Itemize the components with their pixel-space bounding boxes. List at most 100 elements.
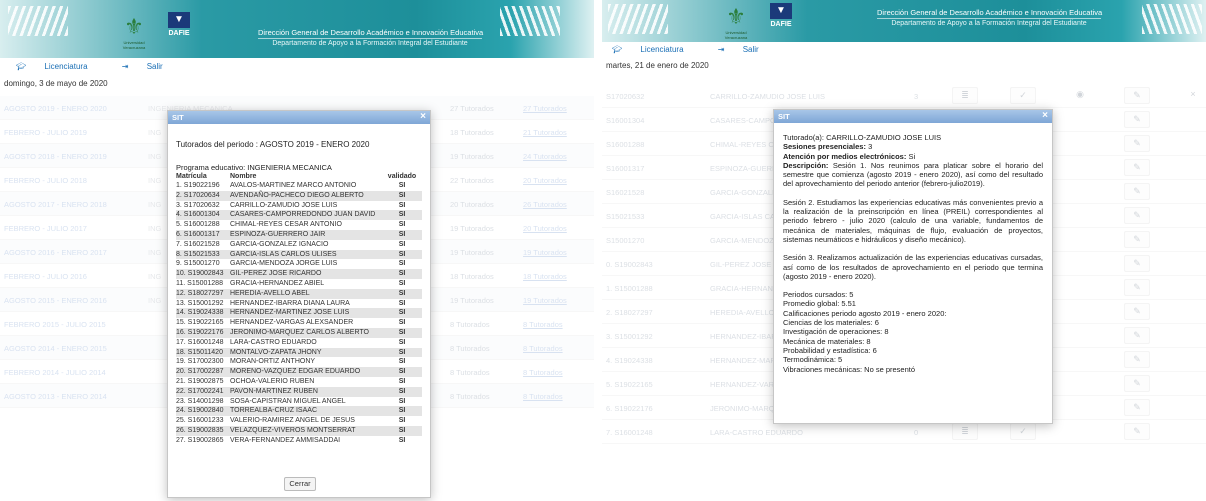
table-row: 16. S19022176 JERONIMO-MARQUEZ CARLOS ALB… <box>176 327 422 338</box>
table-row: 20. S17002287 MORENO-VAZQUEZ EDGAR EDUARD… <box>176 367 422 377</box>
student-matricula: 12. S18027297 <box>176 288 230 299</box>
student-name: HEREDIA-AVELLO ABEL <box>230 288 382 299</box>
student-name: GARCIA-MENDOZA JORGE LUIS <box>230 260 338 268</box>
grade-line: Investigación de operaciones: 8 <box>783 327 889 337</box>
close-icon[interactable]: × <box>1042 110 1048 122</box>
table-row: 26. S19002835 VELAZQUEZ-VIVEROS MONTSERRA… <box>176 425 422 436</box>
university-logo-icon: ⚜ Universidad Veracruzana <box>122 14 146 50</box>
student-validado: SI <box>382 249 422 260</box>
table-row: 7. S16021528 GARCIA-GONZALEZ IGNACIO SI <box>176 240 422 250</box>
table-row: 15. S19022165 HERNANDEZ-VARGAS ALEXSANDER… <box>176 318 422 328</box>
table-row: 14. S19024338 HERNANDEZ-MARTINEZ JOSE LUI… <box>176 308 422 319</box>
student-name: AVENDAÑO-PACHECO DIEGO ALBERTO <box>230 190 382 201</box>
program-heading: Programa educativo: INGENIERIA MECANICA <box>176 163 332 172</box>
table-row: 3. S17020632 CARRILLO-ZAMUDIO JOSE LUIS SI <box>176 201 422 211</box>
student-name: VELAZQUEZ-VIVEROS MONTSERRAT <box>230 425 382 436</box>
students-table: Matrícula Nombre validado 1. S19022196 AV… <box>176 172 422 446</box>
logout-icon: ⇥ <box>121 62 129 71</box>
top-nav: 🎓︎ Licenciatura ⇥ Salir <box>16 62 195 71</box>
student-name: PAVON-MARTINEZ RUBEN <box>230 386 382 397</box>
dafie-logo-icon: ▼ DAFIE <box>770 3 792 28</box>
student-validado: SI <box>398 417 406 425</box>
student-validado: SI <box>398 240 406 248</box>
student-matricula: 25. S16001233 <box>176 417 224 425</box>
student-matricula: 27. S19002865 <box>176 436 224 444</box>
table-row: 6. S16001317 ESPINOZA-GUERRERO JAIR SI <box>176 229 422 240</box>
student-name: VALERIO-RAMIREZ ANGEL DE JESUS <box>230 417 355 425</box>
licenciatura-link[interactable]: 🎓︎ Licenciatura <box>612 45 700 54</box>
grade-line: Ciencias de los materiales: 6 <box>783 318 879 328</box>
table-row: 11. S15001288 GRACIA-HERNANDEZ ABIEL SI <box>176 279 422 289</box>
student-validado: SI <box>398 319 406 327</box>
session-3: Sesión 3. Realizamos actualización de la… <box>783 253 1043 281</box>
licenciatura-link[interactable]: 🎓︎ Licenciatura <box>16 62 104 71</box>
student-name: GARCIA-ISLAS CARLOS ULISES <box>230 249 382 260</box>
tutorado-detail-modal: SIT × Tutorado(a): CARRILLO-ZAMUDIO JOSE… <box>773 109 1053 424</box>
table-row: 10. S19002843 GIL-PEREZ JOSE RICARDO SI <box>176 269 422 279</box>
student-name: GIL-PEREZ JOSE RICARDO <box>230 269 382 279</box>
grade-line: Termodinámica: 5 <box>783 355 843 365</box>
left-screenshot: ⚜ Universidad Veracruzana ▼ DAFIE Direcció… <box>0 0 594 501</box>
table-row: 25. S16001233 VALERIO-RAMIREZ ANGEL DE JE… <box>176 416 422 426</box>
grades-summary: Periodos cursados: 5 Promedio global: 5.5… <box>783 290 1043 374</box>
table-row: 9. S15001270 GARCIA-MENDOZA JORGE LUIS SI <box>176 259 422 269</box>
banner-decoration <box>1142 4 1202 34</box>
student-matricula: 6. S16001317 <box>176 229 230 240</box>
student-name: GARCIA-GONZALEZ IGNACIO <box>230 240 329 248</box>
student-name: TORREALBA-CRUZ ISAAC <box>230 406 382 417</box>
close-button[interactable]: Cerrar <box>284 477 316 491</box>
current-date: martes, 21 de enero de 2020 <box>606 61 709 70</box>
student-matricula: 7. S16021528 <box>176 240 220 248</box>
student-validado: SI <box>398 201 406 209</box>
col-header-nombre: Nombre <box>230 173 257 180</box>
student-validado: SI <box>382 425 422 436</box>
table-row: 17. S16001248 LARA-CASTRO EDUARDO SI <box>176 338 422 348</box>
student-matricula: 23. S14001298 <box>176 397 224 405</box>
session-1: Descripción: Sesión 1. Nos reunimos para… <box>783 160 1043 189</box>
student-validado: SI <box>398 260 406 268</box>
banner-title: Dirección General de Desarrollo Académic… <box>258 28 484 47</box>
student-validado: SI <box>398 358 406 366</box>
medios-line: Atención por medios electrónicos: Si <box>783 151 916 161</box>
student-name: HERNANDEZ-IBARRA DIANA LAURA <box>230 299 350 307</box>
student-name: SOSA-CAPISTRAN MIGUEL ANGEL <box>230 397 346 405</box>
logout-link[interactable]: ⇥ Salir <box>122 62 179 71</box>
student-matricula: 26. S19002835 <box>176 425 230 436</box>
grade-line: Vibraciones mecánicas: No se presentó <box>783 364 916 374</box>
grade-line: Mecánica de materiales: 8 <box>783 336 871 346</box>
student-validado: SI <box>382 386 422 397</box>
table-row: 18. S15011420 MONTALVO-ZAPATA JHONY SI <box>176 347 422 358</box>
student-name: GRACIA-HERNANDEZ ABIEL <box>230 279 325 287</box>
student-validado: SI <box>382 367 422 377</box>
student-validado: SI <box>382 288 422 299</box>
student-name: HERNANDEZ-VARGAS ALEXSANDER <box>230 319 354 327</box>
logout-link[interactable]: ⇥ Salir <box>718 45 775 54</box>
student-matricula: 14. S19024338 <box>176 308 230 319</box>
student-validado: SI <box>398 338 406 346</box>
student-name: CARRILLO-ZAMUDIO JOSE LUIS <box>230 201 338 209</box>
student-validado: SI <box>382 269 422 279</box>
sesiones-line: Sesiones presenciales: 3 <box>783 142 873 152</box>
dafie-logo-icon: ▼ DAFIE <box>168 12 190 37</box>
student-matricula: 17. S16001248 <box>176 338 224 346</box>
col-header-validado: validado <box>387 173 417 180</box>
tutorado-line: Tutorado(a): CARRILLO-ZAMUDIO JOSE LUIS <box>783 133 942 142</box>
student-validado: SI <box>398 182 406 189</box>
table-row: 24. S19002840 TORREALBA-CRUZ ISAAC SI <box>176 406 422 417</box>
student-name: OCHOA-VALERIO RUBEN <box>230 377 315 385</box>
student-matricula: 20. S17002287 <box>176 367 230 377</box>
table-row: 23. S14001298 SOSA-CAPISTRAN MIGUEL ANGEL… <box>176 397 422 407</box>
graduation-cap-icon: 🎓︎ <box>612 45 623 54</box>
student-matricula: 4. S16001304 <box>176 210 230 221</box>
close-icon[interactable]: × <box>420 111 426 123</box>
student-validado: SI <box>382 308 422 319</box>
banner-decoration <box>8 6 68 36</box>
students-modal: SIT × Tutorados del periodo : AGOSTO 201… <box>167 110 431 498</box>
grade-line: Calificaciones periodo agosto 2019 - ene… <box>783 308 947 318</box>
period-heading: Tutorados del periodo : AGOSTO 2019 - EN… <box>176 140 370 149</box>
student-matricula: 18. S15011420 <box>176 347 230 358</box>
student-name: JERONIMO-MARQUEZ CARLOS ALBERTO <box>230 327 382 338</box>
right-screenshot: ⚜ Universidad Veracruzana ▼ DAFIE Direcció… <box>602 0 1206 501</box>
table-row: 21. S19002875 OCHOA-VALERIO RUBEN SI <box>176 377 422 387</box>
table-row: 8. S15021533 GARCIA-ISLAS CARLOS ULISES SI <box>176 249 422 260</box>
